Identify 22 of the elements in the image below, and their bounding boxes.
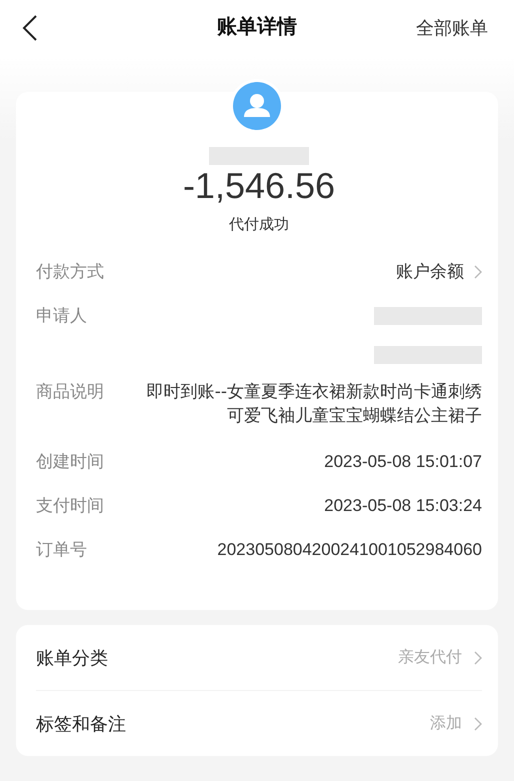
field-value: 2023-05-08 15:01:07 (324, 451, 482, 473)
all-bills-link[interactable]: 全部账单 (416, 16, 488, 40)
field-label: 支付时间 (36, 495, 104, 518)
chevron-icon (474, 650, 482, 664)
back-icon[interactable] (22, 14, 38, 40)
setting-label: 账单分类 (36, 646, 108, 670)
setting-label: 标签和备注 (36, 712, 126, 736)
avatar-icon (233, 82, 281, 130)
field-label: 付款方式 (36, 261, 104, 284)
chevron-icon (474, 265, 482, 279)
chevron-icon (474, 716, 482, 730)
field-value[interactable]: 账户余额 (396, 260, 482, 284)
amount: -1,546.56 (182, 165, 336, 207)
field-label: 订单号 (36, 539, 87, 562)
field-label: 创建时间 (36, 451, 104, 474)
field-value: 即时到账--女童夏季连衣裙新款时尚卡通刺绣可爱飞袖儿童宝宝蝴蝶结公主裙子 (146, 381, 482, 428)
payment-status: 代付成功 (228, 215, 290, 234)
field-value: 2023050804200241001052984060 (217, 539, 482, 561)
field-label: 商品说明 (36, 381, 104, 404)
field-label: 申请人 (36, 305, 87, 328)
page-title: 账单详情 (217, 14, 297, 38)
field-value: 2023-05-08 15:03:24 (324, 495, 482, 517)
